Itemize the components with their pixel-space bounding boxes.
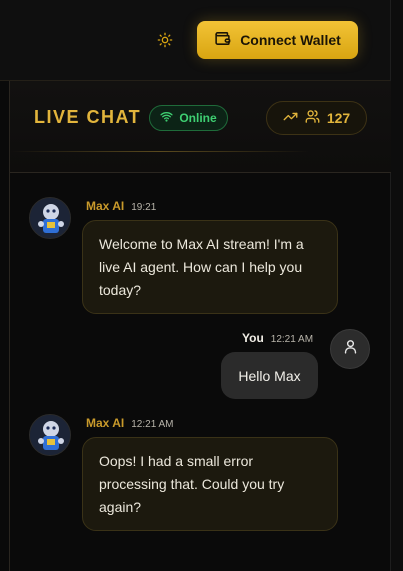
connect-wallet-button[interactable]: Connect Wallet [197, 21, 358, 59]
chat-title: LIVE CHAT [34, 107, 142, 127]
sun-icon [157, 32, 173, 51]
right-edge-panel [390, 0, 403, 571]
sender-name: You [242, 331, 264, 345]
theme-toggle-button[interactable] [151, 27, 179, 55]
message-bubble: Oops! I had a small error processing tha… [82, 437, 338, 531]
user-icon [342, 338, 359, 360]
connect-wallet-label: Connect Wallet [240, 32, 341, 48]
viewer-count: 127 [326, 110, 351, 126]
sender-name: Max AI [86, 416, 125, 430]
sender-name: Max AI [86, 199, 125, 213]
message-meta: Max AI 19:21 [86, 199, 156, 213]
header-divider [10, 151, 310, 152]
trending-up-icon [283, 109, 298, 127]
message-time: 12:21 AM [270, 334, 314, 345]
wallet-icon [214, 30, 231, 50]
live-chat-panel: LIVE CHAT Online 127 Max AI 19:21 Welcom… [9, 81, 391, 571]
ai-avatar [29, 197, 71, 239]
message-meta: You 12:21 AM [242, 331, 313, 345]
online-status-badge: Online [149, 105, 228, 131]
message-meta: Max AI 12:21 AM [86, 416, 174, 430]
message-bubble: Hello Max [221, 352, 318, 399]
message-bubble: Welcome to Max AI stream! I'm a live AI … [82, 220, 338, 314]
user-avatar [330, 329, 370, 369]
wifi-icon [160, 110, 173, 126]
app-page: Connect Wallet LIVE CHAT Online 127 Max … [0, 0, 403, 571]
ai-avatar [29, 414, 71, 456]
message-time: 12:21 AM [131, 419, 174, 430]
users-icon [305, 109, 320, 127]
online-status-label: Online [179, 111, 217, 125]
chat-header: LIVE CHAT Online 127 [10, 81, 391, 173]
message-time: 19:21 [131, 202, 157, 213]
top-bar: Connect Wallet [0, 0, 390, 81]
viewer-count-pill: 127 [266, 101, 367, 135]
